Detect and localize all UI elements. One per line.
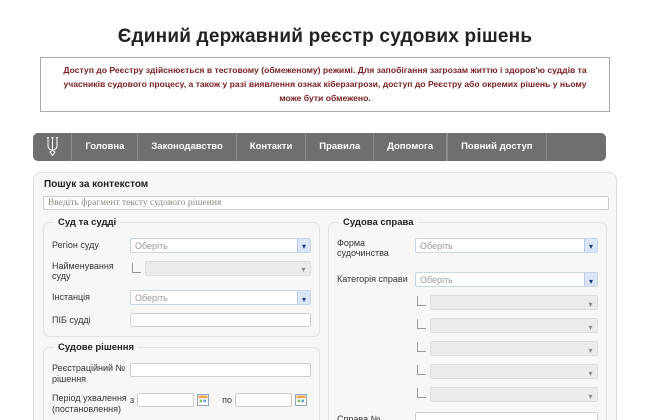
court-and-judges-section: Суд та судді Регіон суду Оберіть Наймену…: [43, 216, 320, 338]
case-subcategory-value: [431, 365, 584, 378]
case-category-value: Оберіть: [420, 275, 453, 286]
calendar-icon[interactable]: [197, 393, 210, 406]
calendar-icon[interactable]: [295, 393, 308, 406]
adoption-period-label: Період ухвалення (постановлення): [52, 392, 127, 414]
case-category-select[interactable]: Оберіть: [415, 272, 598, 288]
access-warning-text: Доступ до Реєстру здійснюється в тестово…: [63, 65, 587, 104]
chevron-down-icon[interactable]: [297, 238, 310, 252]
court-region-select[interactable]: Оберіть: [130, 237, 311, 253]
court-region-label: Регіон суду: [52, 239, 99, 250]
case-subcategory-select-disabled: [430, 341, 598, 357]
adoption-date-from-input[interactable]: [137, 392, 195, 407]
case-section-legend: Судова справа: [343, 216, 414, 228]
case-subcategory-value: [431, 342, 584, 355]
instance-row: Інстанція Оберіть: [52, 290, 311, 306]
chevron-down-icon: [584, 319, 597, 332]
page-title: Єдиний державний реєстр судових рішень: [117, 26, 533, 47]
case-number-label: Справа №: [337, 413, 381, 420]
registration-number-input[interactable]: [130, 363, 311, 378]
chevron-down-icon: [584, 388, 597, 401]
case-category-row: Категорія справи Оберіть: [337, 272, 598, 288]
chevron-down-icon[interactable]: [584, 273, 597, 287]
chevron-down-icon: [584, 365, 597, 378]
nav-item-help[interactable]: Допомога: [374, 133, 446, 161]
chevron-down-icon[interactable]: [584, 238, 597, 252]
nav-item-home[interactable]: Головна: [72, 133, 137, 161]
court-region-row: Регіон суду Оберіть: [52, 237, 311, 253]
case-subcategory-row: [337, 318, 598, 334]
proceedings-form-label: Форма судочинства: [337, 237, 389, 259]
court-name-value: [146, 262, 297, 275]
court-case-section: Судова справа Форма судочинства Оберіть …: [328, 216, 607, 420]
proceedings-form-row: Форма судочинства Оберіть: [337, 237, 598, 260]
main-navigation: Головна Законодавство Контакти Правила Д…: [33, 132, 606, 161]
case-number-input[interactable]: [415, 412, 598, 420]
adoption-date-to-input[interactable]: [235, 392, 293, 407]
to-label: по: [222, 394, 233, 405]
case-subcategory-select-disabled: [430, 318, 598, 334]
chevron-down-icon: [297, 262, 310, 275]
nav-item-contacts[interactable]: Контакти: [237, 133, 306, 161]
registration-number-label: Реєстраційний № рішення: [52, 363, 126, 384]
proceedings-form-value: Оберіть: [420, 240, 453, 251]
nesting-indicator: [417, 342, 426, 353]
nav-item-full-access[interactable]: Повний доступ: [448, 133, 545, 161]
nesting-indicator: [417, 388, 426, 399]
instance-select[interactable]: Оберіть: [130, 290, 311, 306]
case-category-label: Категорія справи: [337, 274, 408, 285]
court-name-row: Найменування суду: [52, 260, 311, 283]
judge-name-label: ПІБ судді: [52, 314, 91, 325]
court-decision-section: Судове рішення Реєстраційний № рішення П…: [43, 342, 320, 420]
case-subcategory-value: [431, 296, 584, 309]
court-region-value: Оберіть: [135, 240, 168, 251]
court-name-label: Найменування суду: [52, 260, 114, 282]
context-search-label: Пошук за контекстом: [44, 178, 149, 190]
ukraine-trident-icon: [33, 133, 71, 161]
proceedings-form-select[interactable]: Оберіть: [415, 237, 598, 253]
registration-number-row: Реєстраційний № рішення: [52, 363, 311, 385]
case-subcategory-row: [337, 341, 598, 357]
case-subcategory-value: [431, 388, 584, 401]
case-subcategory-select-disabled: [430, 387, 598, 403]
context-search-input[interactable]: [43, 195, 609, 210]
case-subcategory-select-disabled: [430, 295, 598, 311]
court-name-select-disabled: [145, 260, 311, 276]
decision-section-legend: Судове рішення: [58, 342, 135, 354]
case-subcategory-row: [337, 295, 598, 311]
chevron-down-icon: [584, 296, 597, 309]
nesting-indicator: [417, 296, 426, 307]
instance-value: Оберіть: [135, 293, 168, 304]
search-form-panel: Пошук за контекстом Суд та судді Регіон …: [33, 171, 617, 420]
case-subcategory-row: [337, 364, 598, 380]
case-subcategory-value: [431, 319, 584, 332]
from-label: з: [130, 394, 135, 405]
nesting-indicator: [417, 319, 426, 330]
case-subcategory-row: [337, 387, 598, 403]
access-warning-box: Доступ до Реєстру здійснюється в тестово…: [40, 57, 610, 112]
nav-endpad: [546, 133, 605, 161]
judge-name-row: ПІБ судді: [52, 313, 311, 328]
adoption-period-row: Період ухвалення (постановлення) з по: [52, 392, 311, 415]
nesting-indicator: [417, 365, 426, 376]
nav-item-rules[interactable]: Правила: [306, 133, 373, 161]
case-number-row: Справа №: [337, 412, 598, 420]
instance-label: Інстанція: [52, 292, 90, 303]
nesting-indicator: [132, 262, 141, 273]
chevron-down-icon: [584, 342, 597, 355]
chevron-down-icon[interactable]: [297, 291, 310, 305]
judge-name-input[interactable]: [130, 313, 311, 328]
case-subcategory-select-disabled: [430, 364, 598, 380]
court-section-legend: Суд та судді: [58, 216, 117, 228]
nav-item-legislation[interactable]: Законодавство: [138, 133, 235, 161]
